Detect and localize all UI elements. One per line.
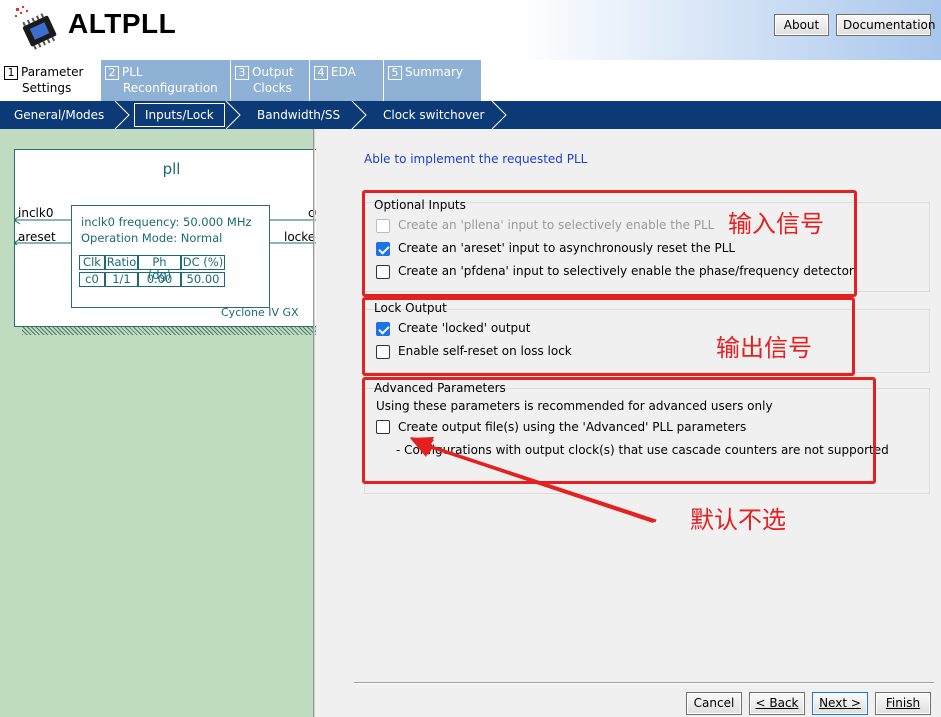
tab-label-line2: Reconfiguration xyxy=(123,81,218,95)
annotation-default-unchecked: 默认不选 xyxy=(690,506,786,534)
status-message: Able to implement the requested PLL xyxy=(364,152,588,166)
cancel-button[interactable]: Cancel xyxy=(686,692,742,715)
header-bar: ALTPLL About Documentation xyxy=(0,0,941,60)
tab-number: 3 xyxy=(235,66,249,80)
operation-mode: Operation Mode: Normal xyxy=(81,231,223,245)
about-button[interactable]: About xyxy=(774,14,829,36)
back-button[interactable]: < Back xyxy=(749,692,805,715)
annotation-arrow-icon xyxy=(410,437,657,523)
table-cell: 0.00 xyxy=(138,272,181,287)
table-header: DC (%) xyxy=(181,255,225,270)
subtab-general-modes[interactable]: General/Modes xyxy=(14,101,104,129)
subtab-bandwidth-ss[interactable]: Bandwidth/SS xyxy=(257,101,340,129)
annotation-input-signal: 输入信号 xyxy=(728,210,824,238)
next-button[interactable]: Next > xyxy=(812,692,868,715)
table-header: Clk xyxy=(79,255,105,270)
tab-label: PLL xyxy=(122,65,143,79)
altpll-chip-icon xyxy=(15,6,57,50)
tab-summary[interactable]: 5 Summary xyxy=(384,60,482,101)
app-title: ALTPLL xyxy=(68,8,177,39)
tab-label-line2: Clocks xyxy=(253,81,292,95)
table-cell: 1/1 xyxy=(105,272,138,287)
tab-number: 4 xyxy=(314,66,328,80)
sub-tabs: General/Modes Inputs/Lock Bandwidth/SS C… xyxy=(0,101,941,129)
tab-output-clocks[interactable]: 3 Output Clocks xyxy=(231,60,310,101)
table-cell: 50.00 xyxy=(181,272,225,287)
tab-label: Summary xyxy=(405,65,463,79)
tab-number: 5 xyxy=(388,66,402,80)
subtab-inputs-lock[interactable]: Inputs/Lock xyxy=(134,103,225,127)
tab-pll-reconfiguration[interactable]: 2 PLL Reconfiguration xyxy=(101,60,231,101)
chevron-right-icon xyxy=(491,101,507,129)
table-header: Ph (dg) xyxy=(138,255,181,282)
tab-eda[interactable]: 4 EDA xyxy=(310,60,384,101)
device-family: Cyclone IV GX xyxy=(221,306,299,319)
table-cell: c0 xyxy=(79,272,105,287)
tab-number: 2 xyxy=(105,66,119,80)
wizard-tabs: 1 Parameter Settings 2 PLL Reconfiguration… xyxy=(0,60,941,101)
tab-label: Output xyxy=(252,65,294,79)
finish-button[interactable]: Finish xyxy=(875,692,931,715)
pll-name: pll xyxy=(162,160,181,178)
chevron-right-icon xyxy=(351,101,367,129)
chevron-right-icon xyxy=(225,101,241,129)
table-header: Ratio xyxy=(105,255,138,270)
tab-parameter-settings[interactable]: 1 Parameter Settings xyxy=(0,60,101,101)
chevron-right-icon xyxy=(114,101,130,129)
inclk0-frequency: inclk0 frequency: 50.000 MHz xyxy=(81,215,252,229)
pane-divider[interactable] xyxy=(313,129,315,717)
documentation-button[interactable]: Documentation xyxy=(836,14,936,36)
annotation-output-signal: 输出信号 xyxy=(716,334,812,362)
tab-label: EDA xyxy=(331,65,356,79)
tab-number: 1 xyxy=(4,66,18,80)
tab-label-line2: Settings xyxy=(22,81,72,95)
footer-separator xyxy=(354,682,934,684)
tab-label: Parameter xyxy=(21,65,84,79)
port-inclk0: inclk0 xyxy=(18,206,54,220)
subtab-clock-switchover[interactable]: Clock switchover xyxy=(383,101,484,129)
port-areset: areset xyxy=(18,230,56,244)
